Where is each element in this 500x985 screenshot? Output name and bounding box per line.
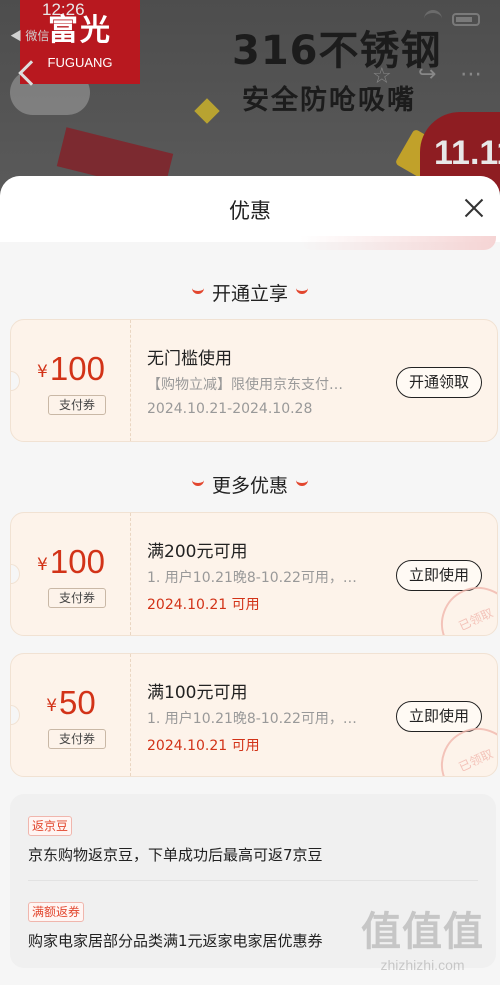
back-to-app-link[interactable]: ◀ 微信 <box>10 27 49 44</box>
section-title-text: 更多优惠 <box>211 475 288 497</box>
coupon-amount: ¥50 <box>11 684 131 722</box>
info-text: 购家电家居部分品类满1元返家电家居优惠券 <box>28 932 323 950</box>
site-watermark: 值值值 zhizhizhi.com <box>361 899 484 973</box>
ornament-icon <box>296 480 308 486</box>
activate-claim-button[interactable]: 开通领取 <box>396 367 482 398</box>
coupon-title: 无门槛使用 <box>147 349 232 369</box>
ornament-icon <box>191 288 204 294</box>
close-icon[interactable] <box>462 196 486 220</box>
watermark-en: zhizhizhi.com <box>380 957 465 973</box>
coupon-amount: ¥100 <box>11 543 131 581</box>
ornament-icon <box>296 288 308 294</box>
header-accent-strip <box>300 236 496 250</box>
ornament-icon <box>191 480 204 486</box>
coupon-date: 2024.10.21 可用 <box>147 597 260 613</box>
watermark-cn: 值值值 <box>361 909 484 955</box>
info-tag: 满额返券 <box>28 902 85 922</box>
coupon-title: 满200元可用 <box>147 542 248 562</box>
coupon-type-tag: 支付券 <box>48 729 106 749</box>
section-title-activate: 开通立享 <box>0 280 500 308</box>
offers-sheet: 优惠 开通立享 ¥100 支付券 无门槛使用 【购物立减】限使用京东支付… 20… <box>0 176 500 985</box>
sheet-title: 优惠 <box>229 199 271 223</box>
coupon-type-tag: 支付券 <box>48 395 106 415</box>
coupon-date: 2024.10.21-2024.10.28 <box>147 401 313 417</box>
battery-icon <box>452 13 480 26</box>
coupon-card: ¥50 支付券 满100元可用 1. 用户10.21晚8-10.22可用，… 2… <box>10 653 498 777</box>
info-tag: 返京豆 <box>28 816 73 836</box>
currency-symbol: ¥ <box>46 696 58 716</box>
currency-symbol: ¥ <box>37 555 48 575</box>
section-title-more: 更多优惠 <box>0 472 500 500</box>
more-icon[interactable]: ⋯ <box>460 62 482 87</box>
favorite-star-icon[interactable]: ☆ <box>372 64 392 89</box>
coupon-card: ¥100 支付券 无门槛使用 【购物立减】限使用京东支付… 2024.10.21… <box>10 319 498 442</box>
info-text: 京东购物返京豆，下单成功后最高可返7京豆 <box>28 846 323 864</box>
amount-value: 100 <box>49 543 105 580</box>
star-decoration <box>194 98 220 124</box>
amount-value: 100 <box>49 350 105 387</box>
share-icon[interactable]: ↪ <box>418 62 436 87</box>
status-time: 12:26 <box>42 0 85 19</box>
coupon-desc: 1. 用户10.21晚8-10.22可用，… <box>147 711 357 727</box>
currency-symbol: ¥ <box>37 362 48 382</box>
coupon-card: ¥100 支付券 满200元可用 1. 用户10.21晚8-10.22可用，… … <box>10 512 498 636</box>
banner-headline: 316不锈钢 <box>232 28 442 74</box>
coupon-title: 满100元可用 <box>147 683 248 703</box>
divider <box>28 880 478 881</box>
coupon-amount: ¥100 <box>11 350 131 388</box>
section-title-text: 开通立享 <box>211 283 288 305</box>
sheet-header: 优惠 <box>0 176 500 250</box>
coupon-date: 2024.10.21 可用 <box>147 738 260 754</box>
amount-value: 50 <box>59 684 96 721</box>
coupon-desc: 1. 用户10.21晚8-10.22可用，… <box>147 570 357 586</box>
coupon-desc: 【购物立减】限使用京东支付… <box>147 377 343 393</box>
coupon-type-tag: 支付券 <box>48 588 106 608</box>
use-now-button[interactable]: 立即使用 <box>396 701 482 732</box>
use-now-button[interactable]: 立即使用 <box>396 560 482 591</box>
